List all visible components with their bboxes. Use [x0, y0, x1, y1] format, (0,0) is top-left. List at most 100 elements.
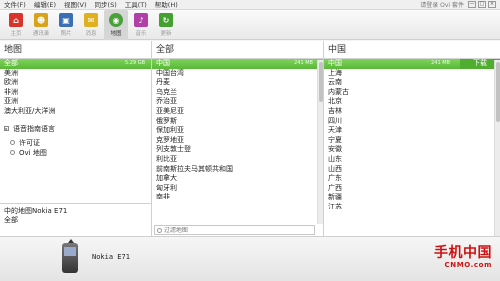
province-label: 安徽 [328, 145, 342, 154]
country-item[interactable]: 列支敦士登 [152, 145, 323, 155]
province-item[interactable]: 山东 [324, 155, 500, 165]
country-item[interactable]: 俄罗斯 [152, 117, 323, 127]
menu-edit[interactable]: 编辑(E) [30, 0, 60, 10]
toolbar-photos-button[interactable]: ▣ 照片 [54, 10, 78, 40]
province-item[interactable]: 内蒙古 [324, 88, 500, 98]
province-label: 北京 [328, 97, 342, 106]
province-label: 广东 [328, 174, 342, 183]
toolbar-contacts-label: 通讯录 [32, 31, 50, 37]
country-item[interactable]: 加拿大 [152, 174, 323, 184]
country-item[interactable]: 保加利亚 [152, 126, 323, 136]
device-name: Nokia E71 [92, 253, 130, 261]
toolbar-maps-label: 地图 [110, 31, 122, 37]
toolbar-music-button[interactable]: ♪ 音乐 [129, 10, 153, 40]
ovi-maps-option[interactable]: Ovi 地图 [0, 148, 151, 158]
menu-file[interactable]: 文件(F) [0, 0, 30, 10]
voice-guidance-option[interactable]: ▸ 语音指南语言 [0, 124, 151, 134]
toolbar-messages-label: 消息 [85, 31, 97, 37]
country-item[interactable]: 中国台湾 [152, 69, 323, 79]
toolbar-update-button[interactable]: ↻ 更新 [154, 10, 178, 40]
region-label: 澳大利亚/大洋洲 [4, 106, 56, 115]
region-item-all[interactable]: 全部 5.29 GB [0, 59, 151, 69]
province-item[interactable]: 四川 [324, 117, 500, 127]
country-item[interactable]: 中国 241 MB [152, 59, 323, 69]
country-item[interactable]: 乔治亚 [152, 97, 323, 107]
region-label: 美洲 [4, 68, 18, 77]
province-label: 内蒙古 [328, 87, 349, 96]
menu-help[interactable]: 帮助(H) [151, 0, 182, 10]
countries-scroll-thumb[interactable] [319, 62, 323, 102]
license-option[interactable]: 许可证 [0, 138, 151, 148]
region-item-asia[interactable]: 亚洲 [0, 97, 151, 107]
region-size: 5.29 GB [124, 60, 145, 66]
province-item[interactable]: 安徽 [324, 145, 500, 155]
menu-sync[interactable]: 同步(S) [91, 0, 121, 10]
province-label: 广西 [328, 183, 342, 192]
country-label: 中国 [156, 59, 170, 67]
province-item[interactable]: 上海 [324, 69, 500, 79]
province-item[interactable]: 吉林 [324, 107, 500, 117]
country-item[interactable]: 匈牙利 [152, 184, 323, 194]
country-label: 乌克兰 [156, 87, 177, 96]
country-size: 241 MB [294, 60, 313, 66]
region-label: 亚洲 [4, 97, 18, 106]
device-maps-title: 中的地图Nokia E71 [4, 207, 68, 215]
toolbar-home-button[interactable]: ⌂ 主页 [4, 10, 28, 40]
provinces-scrollbar[interactable] [494, 60, 500, 236]
maximize-button[interactable]: □ [478, 1, 486, 8]
province-item[interactable]: 广东 [324, 174, 500, 184]
province-label: 宁夏 [328, 135, 342, 144]
province-item[interactable]: 中国 241 MB 下载 [324, 59, 500, 69]
province-item[interactable]: 新疆 [324, 193, 500, 203]
regions-header: 地图 [0, 41, 151, 59]
province-item[interactable]: 广西 [324, 184, 500, 194]
province-item[interactable]: 宁夏 [324, 136, 500, 146]
region-item-europe[interactable]: 欧洲 [0, 78, 151, 88]
country-label: 俄罗斯 [156, 116, 177, 125]
region-label: 非洲 [4, 87, 18, 96]
toolbar-messages-button[interactable]: ✉ 消息 [79, 10, 103, 40]
menu-view[interactable]: 视图(V) [60, 0, 91, 10]
country-item[interactable]: 利比亚 [152, 155, 323, 165]
close-button[interactable]: × [488, 1, 496, 8]
music-icon: ♪ [134, 13, 148, 27]
photos-icon: ▣ [59, 13, 73, 27]
filter-box[interactable] [154, 225, 315, 235]
country-item[interactable]: 南非 [152, 193, 323, 199]
countries-scrollbar[interactable] [317, 60, 323, 224]
province-item[interactable]: 天津 [324, 126, 500, 136]
phone-icon[interactable] [62, 243, 78, 273]
messages-icon: ✉ [84, 13, 98, 27]
country-label: 亚美尼亚 [156, 106, 184, 115]
region-item-africa[interactable]: 非洲 [0, 88, 151, 98]
province-label: 山东 [328, 154, 342, 163]
minimize-button[interactable]: — [468, 1, 476, 8]
region-item-americas[interactable]: 美洲 [0, 69, 151, 79]
toolbar-contacts-button[interactable]: ☻ 通讯录 [29, 10, 53, 40]
menu-tools[interactable]: 工具(T) [121, 0, 151, 10]
countries-header: 全部 [152, 41, 323, 59]
login-link[interactable]: 请登录 Ovi 套件 [420, 0, 464, 9]
toolbar: ⌂ 主页 ☻ 通讯录 ▣ 照片 ✉ 消息 ◉ 地图 ♪ 音乐 ↻ 更新 [0, 10, 500, 40]
toolbar-maps-button[interactable]: ◉ 地图 [104, 10, 128, 40]
country-item[interactable]: 亚美尼亚 [152, 107, 323, 117]
logo-english-text: CNMO.com [444, 261, 492, 269]
toolbar-photos-label: 照片 [60, 31, 72, 37]
provinces-scroll-thumb[interactable] [496, 62, 500, 122]
province-item[interactable]: 云南 [324, 78, 500, 88]
province-item[interactable]: 北京 [324, 97, 500, 107]
region-item-oceania[interactable]: 澳大利亚/大洋洲 [0, 107, 151, 117]
window-controls: — □ × [468, 1, 496, 8]
country-item[interactable]: 丹麦 [152, 78, 323, 88]
filter-input[interactable] [163, 226, 314, 234]
province-label: 新疆 [328, 193, 342, 202]
province-item[interactable]: 江苏 [324, 203, 500, 209]
country-item[interactable]: 前南斯拉夫马其顿共和国 [152, 165, 323, 175]
home-icon: ⌂ [9, 13, 23, 27]
device-maps-filter: 全部 [4, 216, 18, 224]
country-item[interactable]: 克罗地亚 [152, 136, 323, 146]
country-item[interactable]: 乌克兰 [152, 88, 323, 98]
province-size: 241 MB [431, 60, 450, 66]
province-item[interactable]: 山西 [324, 165, 500, 175]
country-label: 加拿大 [156, 174, 177, 183]
